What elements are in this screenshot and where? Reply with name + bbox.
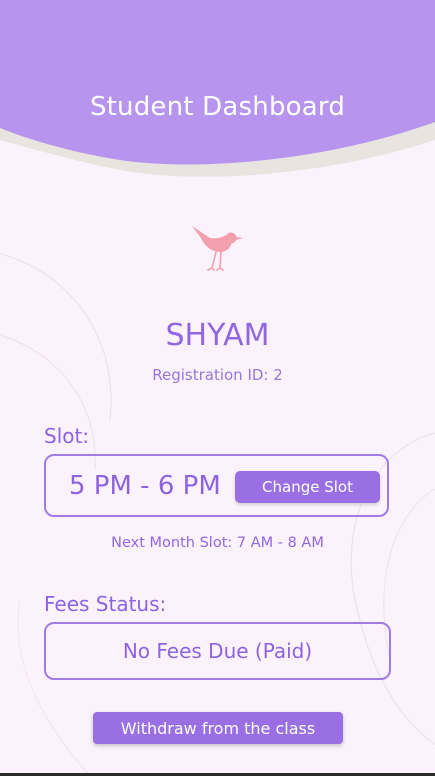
fees-status-label: Fees Status: [44,592,167,616]
registration-id: Registration ID: 2 [152,366,283,384]
bird-icon [192,226,243,271]
withdraw-button[interactable]: Withdraw from the class [93,712,343,744]
slot-label: Slot: [44,424,90,448]
fees-status-card: No Fees Due (Paid) [44,622,391,680]
current-slot: 5 PM - 6 PM [69,471,221,501]
slot-card: 5 PM - 6 PM Change Slot [44,454,389,517]
student-name: SHYAM [165,318,270,353]
next-month-slot: Next Month Slot: 7 AM - 8 AM [111,535,324,551]
page-title: Student Dashboard [89,92,346,122]
header: Student Dashboard [0,0,435,195]
change-slot-button[interactable]: Change Slot [235,471,380,503]
